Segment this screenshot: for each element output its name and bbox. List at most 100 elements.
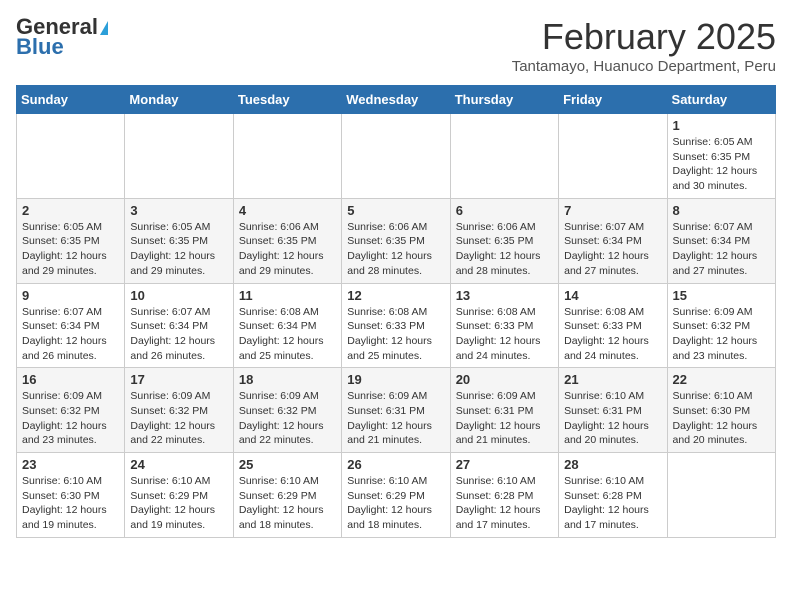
day-number: 11 (239, 288, 336, 303)
day-info: Sunrise: 6:08 AMSunset: 6:34 PMDaylight:… (239, 305, 336, 364)
day-number: 26 (347, 457, 444, 472)
calendar-cell (125, 114, 233, 199)
day-info: Sunrise: 6:08 AMSunset: 6:33 PMDaylight:… (347, 305, 444, 364)
calendar-cell: 13 Sunrise: 6:08 AMSunset: 6:33 PMDayligh… (450, 283, 558, 368)
weekday-header-thursday: Thursday (450, 86, 558, 114)
calendar-cell: 12Sunrise: 6:08 AMSunset: 6:33 PMDayligh… (342, 283, 450, 368)
day-number: 1 (673, 118, 770, 133)
day-number: 8 (673, 203, 770, 218)
calendar-cell (450, 114, 558, 199)
day-number: 18 (239, 372, 336, 387)
day-number: 9 (22, 288, 119, 303)
calendar-cell: 15Sunrise: 6:09 AMSunset: 6:32 PMDayligh… (667, 283, 775, 368)
calendar-cell: 14 Sunrise: 6:08 AMSunset: 6:33 PMDayligh… (559, 283, 667, 368)
day-info: Sunrise: 6:10 AMSunset: 6:29 PMDaylight:… (130, 474, 227, 533)
page-header: General Blue February 2025 Tantamayo, Hu… (16, 16, 776, 75)
calendar-week-row: 2 Sunrise: 6:05 AMSunset: 6:35 PMDaylight… (17, 198, 776, 283)
calendar-cell: 25 Sunrise: 6:10 AMSunset: 6:29 PMDayligh… (233, 453, 341, 538)
day-number: 17 (130, 372, 227, 387)
day-number: 6 (456, 203, 553, 218)
calendar-cell: 18 Sunrise: 6:09 AMSunset: 6:32 PMDayligh… (233, 368, 341, 453)
day-number: 7 (564, 203, 661, 218)
calendar-cell: 26Sunrise: 6:10 AMSunset: 6:29 PMDayligh… (342, 453, 450, 538)
day-info: Sunrise: 6:10 AMSunset: 6:31 PMDaylight:… (564, 389, 661, 448)
weekday-header-tuesday: Tuesday (233, 86, 341, 114)
day-number: 25 (239, 457, 336, 472)
calendar-cell (342, 114, 450, 199)
day-info: Sunrise: 6:06 AMSunset: 6:35 PMDaylight:… (239, 220, 336, 279)
month-title: February 2025 (512, 16, 776, 58)
day-number: 14 (564, 288, 661, 303)
calendar-cell: 22Sunrise: 6:10 AMSunset: 6:30 PMDayligh… (667, 368, 775, 453)
day-info: Sunrise: 6:10 AMSunset: 6:29 PMDaylight:… (239, 474, 336, 533)
day-number: 27 (456, 457, 553, 472)
calendar-cell: 21 Sunrise: 6:10 AMSunset: 6:31 PMDayligh… (559, 368, 667, 453)
calendar-cell: 17Sunrise: 6:09 AMSunset: 6:32 PMDayligh… (125, 368, 233, 453)
logo-blue-text: Blue (16, 36, 64, 58)
weekday-header-monday: Monday (125, 86, 233, 114)
calendar-cell: 6 Sunrise: 6:06 AMSunset: 6:35 PMDaylight… (450, 198, 558, 283)
day-info: Sunrise: 6:05 AMSunset: 6:35 PMDaylight:… (673, 135, 770, 194)
calendar-cell: 27Sunrise: 6:10 AMSunset: 6:28 PMDayligh… (450, 453, 558, 538)
day-info: Sunrise: 6:08 AMSunset: 6:33 PMDaylight:… (564, 305, 661, 364)
calendar-week-row: 16 Sunrise: 6:09 AMSunset: 6:32 PMDayligh… (17, 368, 776, 453)
logo-triangle-icon (100, 21, 108, 35)
day-number: 3 (130, 203, 227, 218)
calendar-cell: 4 Sunrise: 6:06 AMSunset: 6:35 PMDaylight… (233, 198, 341, 283)
day-number: 5 (347, 203, 444, 218)
day-info: Sunrise: 6:09 AMSunset: 6:32 PMDaylight:… (22, 389, 119, 448)
calendar-cell (667, 453, 775, 538)
day-info: Sunrise: 6:05 AMSunset: 6:35 PMDaylight:… (22, 220, 119, 279)
calendar-week-row: 9 Sunrise: 6:07 AMSunset: 6:34 PMDaylight… (17, 283, 776, 368)
day-info: Sunrise: 6:07 AMSunset: 6:34 PMDaylight:… (22, 305, 119, 364)
day-number: 15 (673, 288, 770, 303)
day-number: 24 (130, 457, 227, 472)
calendar-table: SundayMondayTuesdayWednesdayThursdayFrid… (16, 85, 776, 538)
calendar-cell (17, 114, 125, 199)
calendar-cell: 10 Sunrise: 6:07 AMSunset: 6:34 PMDayligh… (125, 283, 233, 368)
weekday-header-wednesday: Wednesday (342, 86, 450, 114)
location-text: Tantamayo, Huanuco Department, Peru (512, 58, 776, 75)
calendar-cell: 16 Sunrise: 6:09 AMSunset: 6:32 PMDayligh… (17, 368, 125, 453)
day-info: Sunrise: 6:09 AMSunset: 6:32 PMDaylight:… (239, 389, 336, 448)
day-number: 10 (130, 288, 227, 303)
calendar-cell: 24 Sunrise: 6:10 AMSunset: 6:29 PMDayligh… (125, 453, 233, 538)
calendar-cell: 2 Sunrise: 6:05 AMSunset: 6:35 PMDaylight… (17, 198, 125, 283)
day-info: Sunrise: 6:10 AMSunset: 6:28 PMDaylight:… (564, 474, 661, 533)
calendar-header: SundayMondayTuesdayWednesdayThursdayFrid… (17, 86, 776, 114)
calendar-cell: 3Sunrise: 6:05 AMSunset: 6:35 PMDaylight… (125, 198, 233, 283)
calendar-cell: 11 Sunrise: 6:08 AMSunset: 6:34 PMDayligh… (233, 283, 341, 368)
calendar-cell (559, 114, 667, 199)
calendar-cell: 28Sunrise: 6:10 AMSunset: 6:28 PMDayligh… (559, 453, 667, 538)
day-number: 21 (564, 372, 661, 387)
day-number: 20 (456, 372, 553, 387)
day-info: Sunrise: 6:09 AMSunset: 6:31 PMDaylight:… (456, 389, 553, 448)
logo: General Blue (16, 16, 108, 58)
day-info: Sunrise: 6:07 AMSunset: 6:34 PMDaylight:… (673, 220, 770, 279)
weekday-header-saturday: Saturday (667, 86, 775, 114)
calendar-cell: 9 Sunrise: 6:07 AMSunset: 6:34 PMDaylight… (17, 283, 125, 368)
calendar-week-row: 1 Sunrise: 6:05 AMSunset: 6:35 PMDaylight… (17, 114, 776, 199)
calendar-cell (233, 114, 341, 199)
day-number: 13 (456, 288, 553, 303)
weekday-header-sunday: Sunday (17, 86, 125, 114)
day-number: 4 (239, 203, 336, 218)
day-info: Sunrise: 6:10 AMSunset: 6:30 PMDaylight:… (22, 474, 119, 533)
calendar-cell: 19Sunrise: 6:09 AMSunset: 6:31 PMDayligh… (342, 368, 450, 453)
day-info: Sunrise: 6:06 AMSunset: 6:35 PMDaylight:… (347, 220, 444, 279)
day-number: 19 (347, 372, 444, 387)
calendar-cell: 5 Sunrise: 6:06 AMSunset: 6:35 PMDaylight… (342, 198, 450, 283)
calendar-cell: 8 Sunrise: 6:07 AMSunset: 6:34 PMDaylight… (667, 198, 775, 283)
day-number: 23 (22, 457, 119, 472)
day-info: Sunrise: 6:08 AMSunset: 6:33 PMDaylight:… (456, 305, 553, 364)
day-number: 22 (673, 372, 770, 387)
calendar-week-row: 23 Sunrise: 6:10 AMSunset: 6:30 PMDayligh… (17, 453, 776, 538)
day-info: Sunrise: 6:06 AMSunset: 6:35 PMDaylight:… (456, 220, 553, 279)
calendar-cell: 7 Sunrise: 6:07 AMSunset: 6:34 PMDaylight… (559, 198, 667, 283)
day-info: Sunrise: 6:07 AMSunset: 6:34 PMDaylight:… (564, 220, 661, 279)
day-number: 2 (22, 203, 119, 218)
day-number: 16 (22, 372, 119, 387)
calendar-body: 1 Sunrise: 6:05 AMSunset: 6:35 PMDaylight… (17, 114, 776, 538)
day-info: Sunrise: 6:07 AMSunset: 6:34 PMDaylight:… (130, 305, 227, 364)
calendar-cell: 20 Sunrise: 6:09 AMSunset: 6:31 PMDayligh… (450, 368, 558, 453)
